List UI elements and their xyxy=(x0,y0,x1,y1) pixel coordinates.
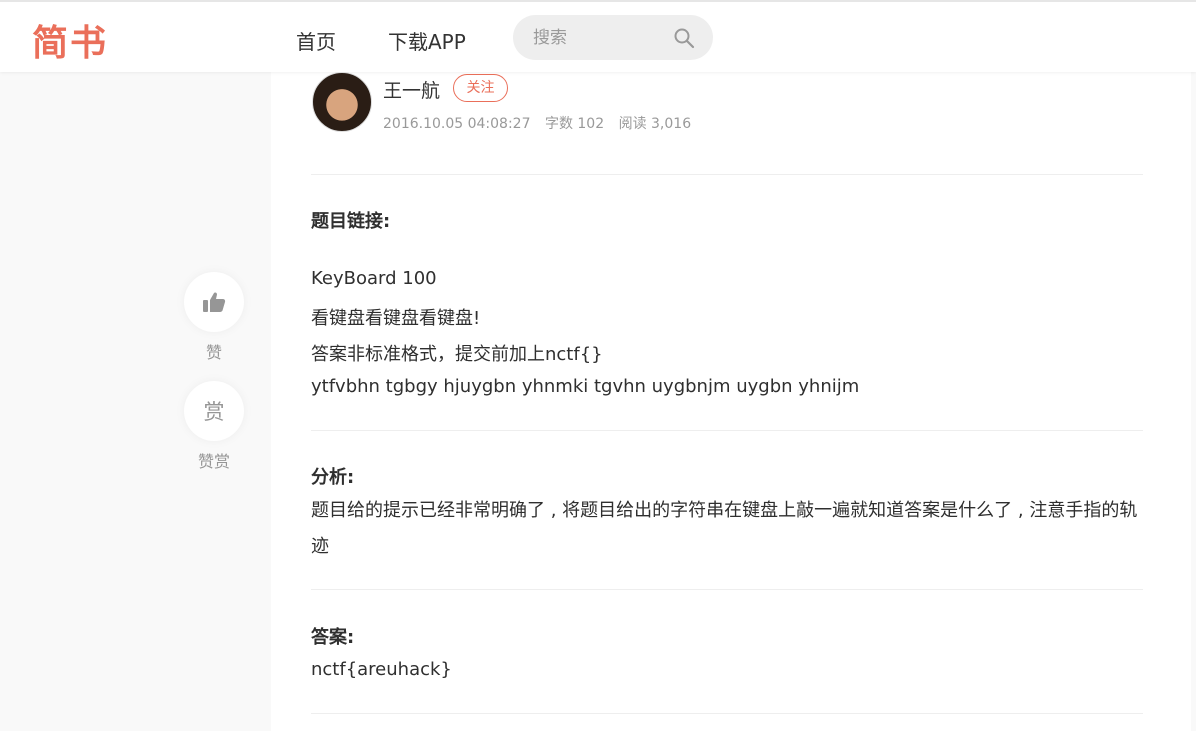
thumbs-up-icon xyxy=(203,292,226,312)
section-heading-answer: 答案: xyxy=(311,627,355,648)
divider xyxy=(311,589,1143,590)
follow-button[interactable]: 关注 xyxy=(453,74,508,102)
reward-icon: 赏 xyxy=(203,400,225,424)
problem-cipher: ytfvbhn tgbgy hjuygbn yhnmki tgvhn uygbn… xyxy=(311,376,860,397)
article-panel xyxy=(271,72,1191,731)
divider xyxy=(311,174,1143,175)
problem-title: KeyBoard 100 xyxy=(311,268,437,289)
section-heading-analysis: 分析: xyxy=(311,467,355,488)
problem-hint: 看键盘看键盘看键盘! xyxy=(311,308,481,329)
search-input[interactable] xyxy=(533,15,673,60)
search-box xyxy=(513,15,713,60)
publish-date: 2016.10.05 04:08:27 xyxy=(383,116,531,132)
article-meta: 2016.10.05 04:08:27 字数 102 阅读 3,016 xyxy=(383,113,701,133)
reward-button[interactable]: 赏 xyxy=(184,381,244,441)
author-avatar[interactable] xyxy=(312,72,372,132)
nav-home-link[interactable]: 首页 xyxy=(296,26,336,55)
nav-download-app-link[interactable]: 下载APP xyxy=(388,26,466,55)
read-count: 阅读 3,016 xyxy=(618,116,692,132)
search-icon[interactable] xyxy=(673,27,695,49)
top-navbar: 简书 首页 下载APP xyxy=(0,0,1196,72)
reward-label: 赞赏 xyxy=(197,452,230,471)
analysis-paragraph: 题目给的提示已经非常明确了 , 将题目给出的字符串在键盘上敲一遍就知道答案是什么… xyxy=(311,500,1138,557)
section-heading-link: 题目链接: xyxy=(311,211,391,232)
divider xyxy=(311,713,1143,714)
like-label: 赞 xyxy=(205,343,222,362)
divider xyxy=(311,430,1143,431)
answer-text: nctf{areuhack} xyxy=(311,659,452,680)
site-logo[interactable]: 简书 xyxy=(32,14,108,66)
author-name[interactable]: 王一航 xyxy=(383,76,440,103)
like-button[interactable] xyxy=(184,272,244,332)
problem-format-note: 答案非标准格式，提交前加上nctf{} xyxy=(311,344,603,365)
word-count: 字数 102 xyxy=(544,116,605,132)
